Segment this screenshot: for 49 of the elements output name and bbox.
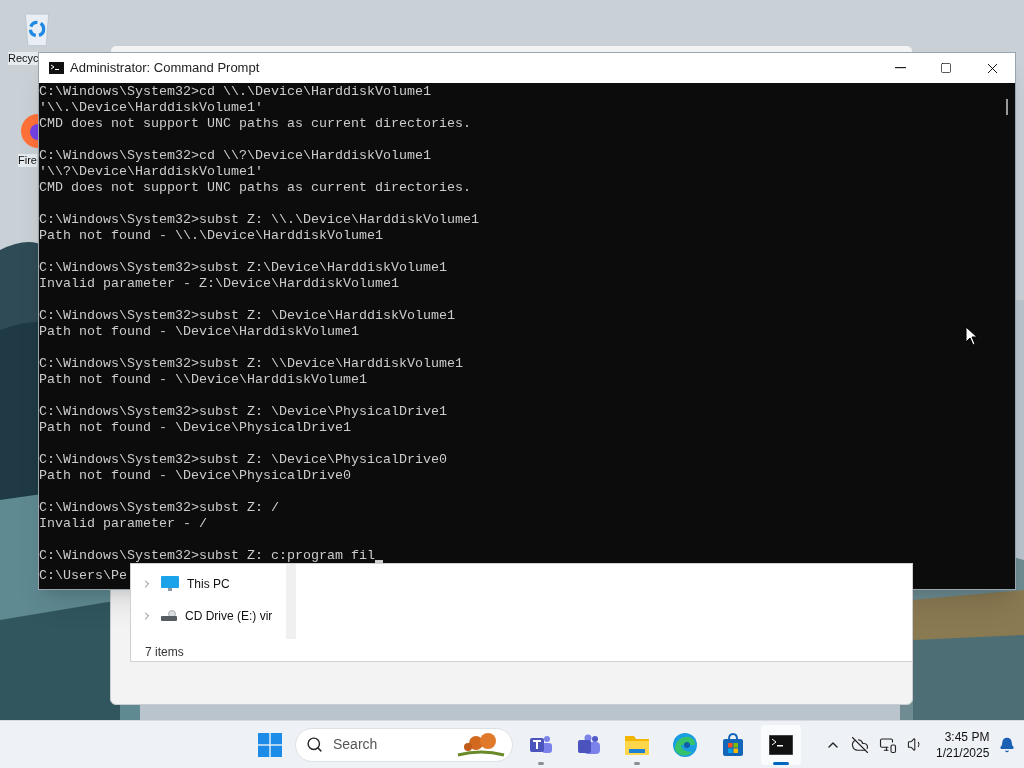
- console-line: '\\.\Device\HarddiskVolume1': [39, 100, 263, 116]
- shopping-bag-icon[interactable]: [721, 732, 745, 757]
- console-line: Invalid parameter - Z:\Device\HarddiskVolume1: [39, 276, 399, 292]
- console-line: Path not found - \Device\PhysicalDrive1: [39, 420, 351, 436]
- desktop-icon-label[interactable]: Recyc: [8, 52, 39, 65]
- desktop-icon-label[interactable]: Fire: [18, 154, 37, 167]
- maximize-icon: [940, 62, 952, 74]
- console-line: Path not found - \\Device\HarddiskVolume1: [39, 372, 367, 388]
- taskbar-app[interactable]: [761, 724, 801, 765]
- tree-item[interactable]: This PC: [131, 573, 286, 595]
- console-line: Path not found - \Device\HarddiskVolume1: [39, 324, 359, 340]
- console-line: Path not found - \\.\Device\HarddiskVolume1: [39, 228, 383, 244]
- console-input-line[interactable]: C:\Windows\System32>subst Z: c:program fil: [39, 548, 375, 563]
- mouse-pointer-icon: [965, 326, 978, 346]
- notification-icon[interactable]: [999, 736, 1016, 753]
- console-icon: [49, 62, 64, 74]
- console-line: C:\Windows\System32>cd \\?\Device\HarddiskVolume1: [39, 148, 431, 164]
- monitor-icon: [161, 576, 179, 592]
- tree-item[interactable]: CD Drive (E:) vir: [131, 605, 286, 627]
- console-line: C:\Users\Pe: [39, 568, 127, 583]
- browser-icon[interactable]: [18, 112, 38, 150]
- minimize-icon: [894, 67, 906, 69]
- network-icon[interactable]: [879, 735, 897, 754]
- console-line: C:\Windows\System32>subst Z: \Device\PhysicalDrive1: [39, 404, 447, 420]
- disc-drive-icon: [161, 610, 177, 622]
- clock-time[interactable]: 3:45 PM: [944, 728, 990, 745]
- console-line: '\\?\Device\HarddiskVolume1': [39, 164, 263, 180]
- console-line: C:\Windows\System32>cd \\.\Device\HarddiskVolume1: [39, 84, 431, 100]
- console-line: C:\Windows\System32>subst Z: \Device\HarddiskVolume1: [39, 308, 455, 324]
- console-line: C:\Windows\System32>subst Z: \\.\Device\HarddiskVolume1: [39, 212, 479, 228]
- console-line: C:\Windows\System32>subst Z: /: [39, 500, 279, 516]
- console-line: CMD does not support UNC paths as current directories.: [39, 116, 471, 132]
- console-line: C:\Windows\System32>subst Z: \\Device\HarddiskVolume1: [39, 356, 463, 372]
- search-input[interactable]: Search: [333, 734, 443, 755]
- console-line: C:\Windows\System32>subst Z: \Device\PhysicalDrive0: [39, 452, 447, 468]
- console-line: CMD does not support UNC paths as current directories.: [39, 180, 471, 196]
- cloud-off-icon[interactable]: [851, 735, 869, 754]
- search-icon: [306, 736, 323, 753]
- console-line: Path not found - \Device\PhysicalDrive0: [39, 468, 351, 484]
- console-line: Invalid parameter - /: [39, 516, 207, 532]
- window-title: Administrator: Command Prompt: [70, 59, 260, 78]
- browser-icon[interactable]: [672, 731, 698, 758]
- clock-date[interactable]: 1/21/2025: [936, 744, 990, 761]
- console-line: C:\Windows\System32>subst Z:\Device\HarddiskVolume1: [39, 260, 447, 276]
- status-text: 7 items: [145, 644, 185, 661]
- windows-logo-icon: [258, 732, 282, 757]
- console-icon[interactable]: [769, 734, 793, 755]
- search-field[interactable]: Search: [295, 727, 513, 762]
- squirrel-icon: [456, 730, 506, 759]
